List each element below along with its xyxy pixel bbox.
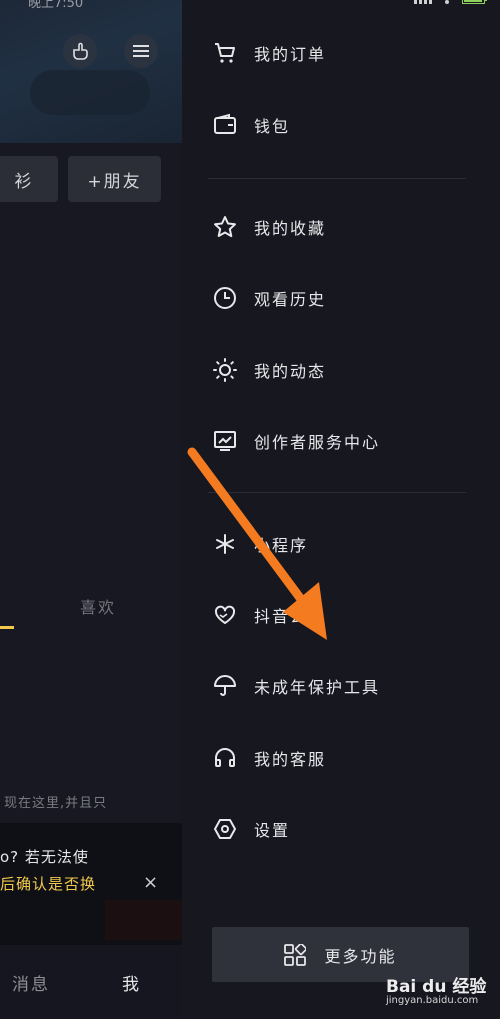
- status-icons: [414, 0, 488, 4]
- menu-item-label: 我的收藏: [254, 219, 327, 238]
- notice-action-area: [105, 900, 182, 940]
- menu-item-wallet[interactable]: 钱包: [212, 105, 482, 145]
- active-tab-indicator: [0, 626, 14, 629]
- notice-close-button[interactable]: ×: [143, 872, 158, 893]
- intro-text: 现在这里,并且只: [4, 796, 108, 811]
- menu-item-history[interactable]: 观看历史: [212, 278, 482, 318]
- side-drawer: 我的订单 钱包 我的收藏 观看历史 我的动态 创作者服务中心 小程序 抖音公益 …: [182, 0, 500, 1019]
- menu-item-label: 抖音公益: [254, 607, 327, 626]
- menu-item-customer-service[interactable]: 我的客服: [212, 738, 482, 778]
- edit-profile-label: 衫: [14, 171, 34, 192]
- headset-icon: [212, 745, 238, 771]
- grid-icon: [284, 943, 307, 966]
- baidu-watermark-url: jingyan.baidu.com: [386, 995, 479, 1006]
- nav-me[interactable]: 我: [122, 970, 139, 995]
- menu-item-label: 小程序: [254, 536, 309, 555]
- more-features-label: 更多功能: [324, 946, 397, 966]
- add-friend-label: +朋友: [87, 171, 142, 192]
- notice-text-line2[interactable]: 后确认是否换: [0, 873, 96, 894]
- asterisk-icon: [212, 531, 238, 557]
- pointing-hand-icon: [73, 42, 88, 60]
- profile-background-panel: 晚上7:50 衫 +朋友 喜欢 现在这里,并且只 o? 若无法使 后确认是否换 …: [0, 0, 182, 1019]
- menu-divider: [208, 492, 466, 493]
- menu-item-orders[interactable]: 我的订单: [212, 33, 482, 73]
- menu-item-settings[interactable]: 设置: [212, 809, 482, 849]
- menu-divider: [208, 178, 466, 179]
- wallet-icon: [212, 112, 238, 138]
- menu-item-label: 设置: [254, 821, 291, 840]
- menu-item-creator-center[interactable]: 创作者服务中心: [212, 421, 482, 461]
- menu-item-minor-protection[interactable]: 未成年保护工具: [212, 666, 482, 706]
- menu-item-activity[interactable]: 我的动态: [212, 350, 482, 390]
- status-time: 晚上7:50: [28, 0, 84, 11]
- menu-item-label: 未成年保护工具: [254, 678, 381, 697]
- menu-item-mini-programs[interactable]: 小程序: [212, 524, 482, 564]
- baidu-watermark: Bai du 经验: [386, 977, 487, 997]
- chart-monitor-icon: [212, 428, 238, 454]
- sun-icon: [212, 357, 238, 383]
- wifi-icon: [445, 0, 449, 4]
- tab-likes[interactable]: 喜欢: [80, 594, 116, 618]
- menu-item-charity[interactable]: 抖音公益: [212, 595, 482, 635]
- menu-item-label: 我的客服: [254, 750, 327, 769]
- star-icon: [212, 214, 238, 240]
- nav-messages[interactable]: 消息: [12, 970, 50, 995]
- umbrella-icon: [212, 673, 238, 699]
- clock-icon: [212, 285, 238, 311]
- add-friend-button[interactable]: +朋友: [68, 156, 161, 202]
- hexagon-settings-icon: [212, 816, 238, 842]
- menu-button[interactable]: [124, 34, 158, 68]
- hamburger-icon: [133, 45, 149, 57]
- cart-icon: [212, 40, 238, 66]
- menu-item-label: 我的订单: [254, 45, 327, 64]
- menu-item-label: 我的动态: [254, 362, 327, 381]
- edit-profile-button[interactable]: 衫: [0, 156, 58, 202]
- menu-item-favorites[interactable]: 我的收藏: [212, 207, 482, 247]
- visitor-hand-button[interactable]: [63, 34, 97, 68]
- notice-text-line1: o? 若无法使: [0, 848, 89, 866]
- heart-hand-icon: [212, 602, 238, 628]
- menu-item-label: 钱包: [254, 117, 291, 136]
- battery-icon: [462, 0, 487, 4]
- signal-icon: [414, 0, 432, 4]
- menu-item-label: 观看历史: [254, 290, 327, 309]
- banner-decoration: [30, 70, 150, 115]
- menu-item-label: 创作者服务中心: [254, 433, 381, 452]
